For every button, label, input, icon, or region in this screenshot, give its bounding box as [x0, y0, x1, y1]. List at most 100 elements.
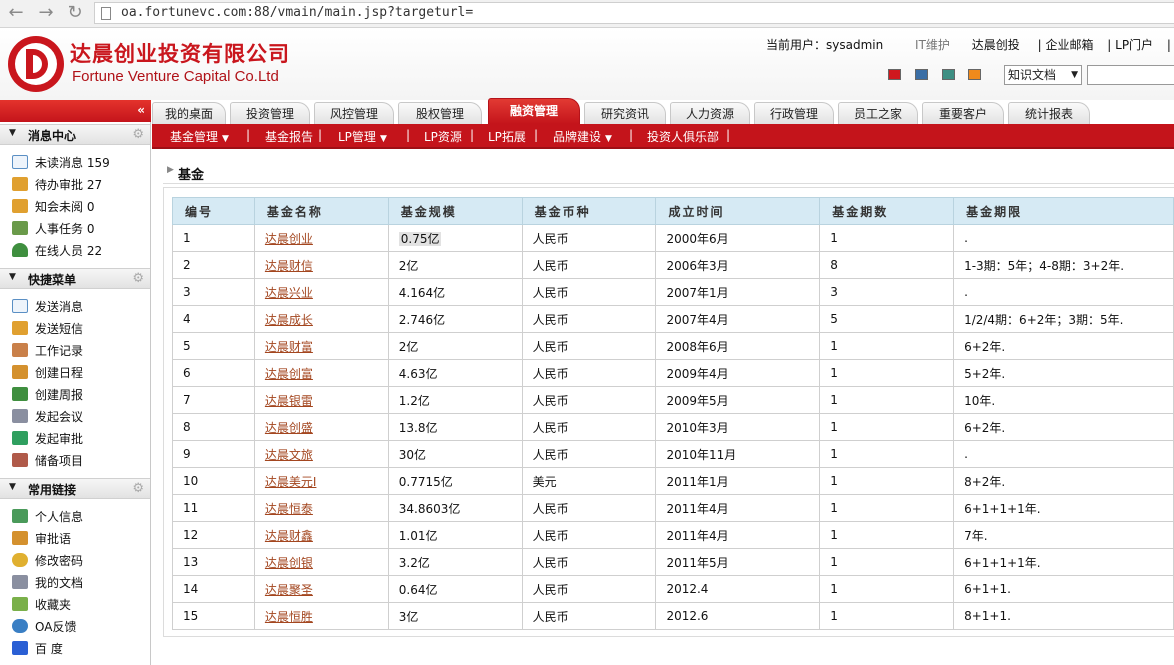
sidebar-item-work-log[interactable]: 工作记录 — [12, 341, 83, 361]
cell-fund-name[interactable]: 达晨银雷 — [253, 386, 389, 414]
sidebar-item-start-meeting[interactable]: 发起会议 — [12, 407, 83, 427]
cell-id: 6 — [172, 359, 255, 387]
tab-equity[interactable]: 股权管理 — [398, 102, 482, 124]
cell-fund-name[interactable]: 达晨创盛 — [253, 413, 389, 441]
subnav-brand-building[interactable]: 品牌建设 ▼ — [553, 128, 612, 145]
cell-term: 5+2年. — [953, 359, 1174, 387]
theme-blue-swatch[interactable] — [914, 69, 928, 80]
forward-arrow-icon[interactable]: → — [34, 2, 58, 24]
subnav-investor-club[interactable]: 投资人俱乐部 — [647, 128, 719, 145]
table-row: 1 达晨创业 0.75亿 人民币 2000年6月 1. — [172, 224, 1174, 252]
tab-investment[interactable]: 投资管理 — [230, 102, 310, 124]
cell-fund-name[interactable]: 达晨兴业 — [253, 278, 389, 306]
checklist-icon — [12, 453, 28, 467]
tab-key-clients[interactable]: 重要客户 — [922, 102, 1004, 124]
search-input[interactable] — [1087, 65, 1174, 85]
cell-fund-name[interactable]: 达晨财富 — [253, 332, 389, 360]
sidebar-item-unread-messages[interactable]: 未读消息 159 — [12, 153, 110, 173]
sidebar-item-hr-tasks[interactable]: 人事任务 0 — [12, 219, 94, 239]
sidebar-item-unread-notices[interactable]: 知会未阅 0 — [12, 197, 94, 217]
tab-hr[interactable]: 人力资源 — [670, 102, 750, 124]
cell-fund-name[interactable]: 达晨成长 — [253, 305, 389, 333]
sidebar-item-send-message[interactable]: 发送消息 — [12, 297, 83, 317]
gear-icon[interactable]: ⚙ — [132, 127, 144, 142]
column-header-fund-name[interactable]: 基金名称 — [253, 197, 389, 225]
column-header-id[interactable]: 编号 — [172, 197, 255, 225]
subnav-lp-resources[interactable]: LP资源 — [424, 128, 462, 145]
tab-risk-control[interactable]: 风控管理 — [314, 102, 394, 124]
subnav-lp-management[interactable]: LP管理 ▼ — [338, 128, 387, 145]
column-header-established[interactable]: 成立时间 — [655, 197, 821, 225]
cell-phases: 1 — [819, 575, 955, 603]
cell-fund-name[interactable]: 达晨恒泰 — [253, 494, 389, 522]
cell-fund-name[interactable]: 达晨创银 — [253, 548, 389, 576]
sidebar-item-reserve-projects[interactable]: 储备项目 — [12, 451, 83, 471]
column-header-currency[interactable]: 基金币种 — [521, 197, 657, 225]
sidebar-item-create-weekly-report[interactable]: 创建周报 — [12, 385, 83, 405]
tab-admin[interactable]: 行政管理 — [754, 102, 834, 124]
cell-fund-name[interactable]: 达晨财信 — [253, 251, 389, 279]
top-link-it[interactable]: IT维护 — [915, 38, 950, 52]
cell-fund-name[interactable]: 达晨文旅 — [253, 440, 389, 468]
section-quick-menu[interactable]: ▼ 快捷菜单 ⚙ — [0, 268, 150, 289]
sidebar-item-send-sms[interactable]: 发送短信 — [12, 319, 83, 339]
column-header-fund-size[interactable]: 基金规模 — [387, 197, 523, 225]
sidebar-item-my-documents[interactable]: 我的文档 — [12, 573, 83, 593]
reload-icon[interactable]: ↻ — [63, 2, 87, 24]
cell-established: 2009年4月 — [655, 359, 821, 387]
sidebar-item-change-password[interactable]: 修改密码 — [12, 551, 83, 571]
top-link-fortune[interactable]: 达晨创投 — [972, 38, 1020, 52]
sidebar-item-personal-info[interactable]: 个人信息 — [12, 507, 83, 527]
cell-fund-name[interactable]: 达晨聚圣 — [253, 575, 389, 603]
app-header: 达晨创业投资有限公司 Fortune Venture Capital Co.Lt… — [0, 28, 1174, 100]
section-common-links[interactable]: ▼ 常用链接 ⚙ — [0, 478, 150, 499]
subnav-lp-expansion[interactable]: LP拓展 — [488, 128, 526, 145]
column-header-term[interactable]: 基金期限 — [953, 197, 1174, 225]
sidebar-item-baidu[interactable]: 百 度 — [12, 639, 63, 659]
sidebar-item-favorites[interactable]: 收藏夹 — [12, 595, 71, 615]
sidebar-collapse-bar[interactable]: « — [0, 100, 151, 122]
top-link-mail[interactable]: | 企业邮箱 — [1038, 38, 1094, 52]
sidebar-item-online-users[interactable]: 在线人员 22 — [12, 241, 102, 261]
knowledge-select[interactable]: 知识文档 ▼ — [1004, 65, 1082, 85]
table-row: 9 达晨文旅 30亿 人民币 2010年11月 1. — [172, 440, 1174, 468]
subnav-fund-management[interactable]: 基金管理 ▼ — [170, 128, 229, 145]
cell-established: 2008年6月 — [655, 332, 821, 360]
gear-icon[interactable]: ⚙ — [132, 481, 144, 496]
sidebar-item-pending-approval[interactable]: 待办审批 27 — [12, 175, 102, 195]
top-link-more[interactable]: | — [1167, 38, 1171, 52]
sidebar-item-start-approval[interactable]: 发起审批 — [12, 429, 83, 449]
collapse-icon[interactable]: « — [137, 103, 145, 117]
tab-my-desktop[interactable]: 我的桌面 — [152, 102, 226, 124]
triangle-down-icon: ▼ — [9, 482, 16, 492]
chevron-down-icon: ▼ — [222, 134, 229, 144]
cell-fund-name[interactable]: 达晨财鑫 — [253, 521, 389, 549]
subnav-fund-report[interactable]: 基金报告 — [265, 128, 313, 145]
cell-term: 6+2年. — [953, 413, 1174, 441]
gear-icon[interactable]: ⚙ — [132, 271, 144, 286]
cell-fund-name[interactable]: 达晨创富 — [253, 359, 389, 387]
sidebar-item-approval-phrases[interactable]: 审批语 — [12, 529, 71, 549]
section-message-center[interactable]: ▼ 消息中心 ⚙ — [0, 124, 150, 145]
tab-financing[interactable]: 融资管理 — [488, 98, 580, 124]
cell-term: . — [953, 278, 1174, 306]
theme-teal-swatch[interactable] — [941, 69, 955, 80]
cell-fund-name[interactable]: 达晨美元I — [253, 467, 389, 495]
top-link-lp-portal[interactable]: | LP门户 — [1107, 38, 1153, 52]
tab-reports[interactable]: 统计报表 — [1008, 102, 1090, 124]
cell-fund-name[interactable]: 达晨恒胜 — [253, 602, 389, 630]
cell-phases: 1 — [819, 359, 955, 387]
tab-staff-home[interactable]: 员工之家 — [838, 102, 918, 124]
sidebar-item-oa-feedback[interactable]: OA反馈 — [12, 617, 76, 637]
cell-established: 2011年1月 — [655, 467, 821, 495]
sidebar-item-create-schedule[interactable]: 创建日程 — [12, 363, 83, 383]
theme-orange-swatch[interactable] — [968, 69, 982, 80]
url-text[interactable]: oa.fortunevc.com:88/vmain/main.jsp?targe… — [121, 5, 473, 20]
address-bar[interactable]: oa.fortunevc.com:88/vmain/main.jsp?targe… — [94, 2, 1174, 24]
top-links: 当前用户：sysadmin IT维护 达晨创投 | 企业邮箱 | LP门户 | — [766, 36, 1174, 53]
back-arrow-icon[interactable]: ← — [4, 2, 28, 24]
cell-fund-name[interactable]: 达晨创业 — [253, 224, 389, 252]
tab-research[interactable]: 研究资讯 — [584, 102, 666, 124]
theme-red-swatch[interactable] — [888, 69, 901, 80]
column-header-phases[interactable]: 基金期数 — [819, 197, 955, 225]
